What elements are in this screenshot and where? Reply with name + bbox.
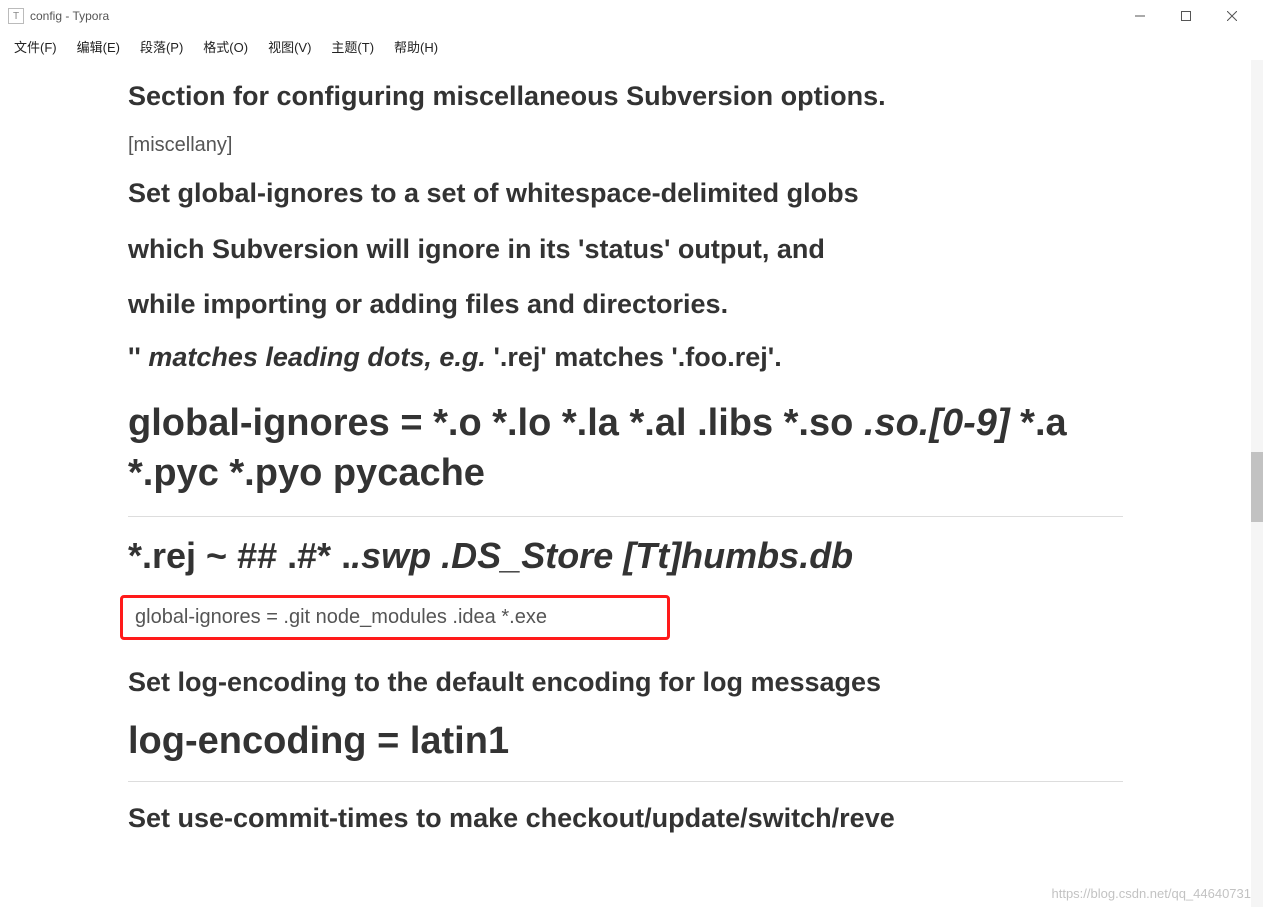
text-span: global-ignores = *.o *.lo *.la *.al .lib… xyxy=(128,402,864,444)
doc-heading[interactable]: *.rej ~ ## .#* ..swp .DS_Store [Tt]humbs… xyxy=(128,535,1123,577)
document[interactable]: Section for configuring miscellaneous Su… xyxy=(0,78,1251,838)
text-span: '' xyxy=(128,342,148,372)
italic-span: .swp .DS_Store [Tt]humbs.db xyxy=(351,535,853,576)
doc-line[interactable]: Set log-encoding to the default encoding… xyxy=(128,664,1123,702)
menu-file[interactable]: 文件(F) xyxy=(4,33,67,60)
horizontal-rule xyxy=(128,516,1123,517)
close-button[interactable] xyxy=(1209,0,1255,32)
menu-paragraph[interactable]: 段落(P) xyxy=(130,33,193,60)
doc-heading[interactable]: global-ignores = *.o *.lo *.la *.al .lib… xyxy=(128,399,1123,498)
doc-line[interactable]: which Subversion will ignore in its 'sta… xyxy=(128,231,1123,269)
doc-line[interactable]: [miscellany] xyxy=(128,134,1123,157)
menubar: 文件(F) 编辑(E) 段落(P) 格式(O) 视图(V) 主题(T) 帮助(H… xyxy=(0,32,1263,60)
minimize-button[interactable] xyxy=(1117,0,1163,32)
italic-span: matches leading dots, e.g. xyxy=(148,342,486,372)
menu-theme[interactable]: 主题(T) xyxy=(321,33,384,60)
editor-area[interactable]: Section for configuring miscellaneous Su… xyxy=(0,60,1251,907)
scrollbar-thumb[interactable] xyxy=(1251,452,1263,522)
menu-format[interactable]: 格式(O) xyxy=(193,33,258,60)
app-icon: T xyxy=(8,8,24,24)
menu-view[interactable]: 视图(V) xyxy=(258,33,321,60)
italic-span: .so.[0-9] xyxy=(864,402,1010,444)
doc-line[interactable]: Section for configuring miscellaneous Su… xyxy=(128,78,1123,116)
doc-line[interactable]: Set global-ignores to a set of whitespac… xyxy=(128,175,1123,213)
doc-heading[interactable]: log-encoding = latin1 xyxy=(128,720,1123,763)
window-controls xyxy=(1117,0,1255,32)
menu-help[interactable]: 帮助(H) xyxy=(384,33,448,60)
text-span: *.rej ~ ## .#* . xyxy=(128,535,351,576)
menu-edit[interactable]: 编辑(E) xyxy=(67,33,130,60)
titlebar: T config - Typora xyxy=(0,0,1263,32)
text-span: '.rej' matches '.foo.rej'. xyxy=(486,342,782,372)
doc-line[interactable]: Set use-commit-times to make checkout/up… xyxy=(128,800,1123,838)
window-title: config - Typora xyxy=(30,9,109,23)
maximize-button[interactable] xyxy=(1163,0,1209,32)
highlighted-line[interactable]: global-ignores = .git node_modules .idea… xyxy=(120,595,670,640)
horizontal-rule xyxy=(128,781,1123,782)
doc-line[interactable]: while importing or adding files and dire… xyxy=(128,286,1123,324)
doc-line[interactable]: '' matches leading dots, e.g. '.rej' mat… xyxy=(128,342,1123,373)
